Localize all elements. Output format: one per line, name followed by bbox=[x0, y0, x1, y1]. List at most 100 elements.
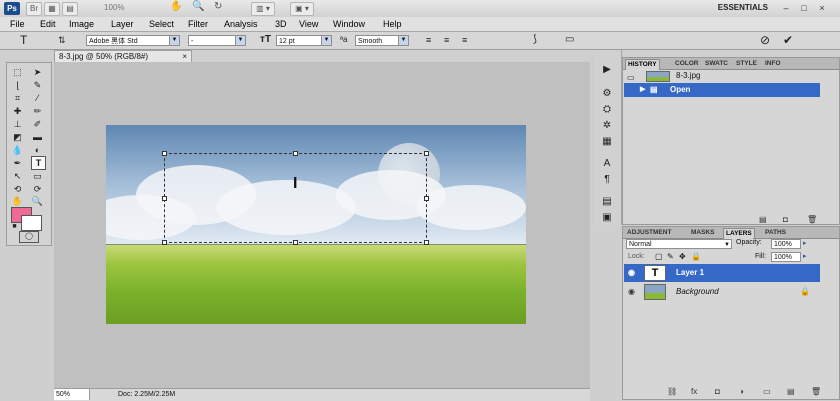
arrange-documents-button[interactable]: ▥ ▾ bbox=[251, 2, 275, 16]
move-tool-icon[interactable]: ➤ bbox=[31, 66, 44, 78]
mini-bridge-button[interactable]: ▦ bbox=[44, 2, 60, 16]
tab-info[interactable]: INFO bbox=[763, 59, 783, 69]
font-size-dropdown[interactable]: 12 pt ▼ bbox=[276, 35, 332, 46]
history-brush-source-icon[interactable]: ▶ bbox=[640, 83, 645, 97]
eraser-tool-icon[interactable]: ◩ bbox=[11, 131, 24, 143]
zoom-level-dropdown[interactable]: 100% bbox=[104, 3, 124, 12]
brush-presets-icon[interactable]: ✲ bbox=[600, 120, 614, 132]
dodge-tool-icon[interactable]: ◐ bbox=[31, 144, 44, 156]
extras-button[interactable]: ▤ bbox=[62, 2, 78, 16]
layer-comps-icon[interactable]: ▤ bbox=[600, 196, 614, 208]
history-state-row[interactable]: ▶ ▤ Open bbox=[624, 83, 820, 97]
quick-mask-icon[interactable]: ◯ bbox=[19, 231, 39, 243]
align-left-icon[interactable]: ≡ bbox=[426, 35, 431, 45]
visibility-eye-icon[interactable]: ◉ bbox=[628, 264, 635, 282]
transform-handle[interactable] bbox=[293, 151, 298, 156]
menu-window[interactable]: Window bbox=[333, 18, 365, 30]
menu-analysis[interactable]: Analysis bbox=[224, 18, 258, 30]
eyedropper-tool-icon[interactable]: ⁄ bbox=[31, 92, 44, 104]
antialias-dropdown[interactable]: Smooth ▼ bbox=[355, 35, 409, 46]
font-family-dropdown[interactable]: Adobe 黑体 Std ▼ bbox=[86, 35, 180, 46]
document-info[interactable]: Doc: 2.25M/2.25M bbox=[118, 389, 175, 400]
zoom-field[interactable]: 50% bbox=[54, 389, 90, 400]
clone-source-icon[interactable]: ⛭ bbox=[600, 104, 614, 116]
cancel-edits-icon[interactable]: ⊘ bbox=[760, 33, 770, 47]
transform-handle[interactable] bbox=[424, 196, 429, 201]
transform-handle[interactable] bbox=[162, 196, 167, 201]
blend-mode-dropdown[interactable]: Normal ▼ bbox=[626, 239, 732, 249]
lock-position-icon[interactable]: ✥ bbox=[679, 252, 686, 261]
warp-text-icon[interactable]: ⟆ bbox=[533, 34, 537, 45]
character-icon[interactable]: A bbox=[600, 158, 614, 170]
align-center-icon[interactable]: ≡ bbox=[444, 35, 449, 45]
transform-handle[interactable] bbox=[162, 240, 167, 245]
history-brush-tool-icon[interactable]: ✐ bbox=[31, 118, 44, 130]
3d-orbit-tool-icon[interactable]: ⟳ bbox=[31, 183, 44, 195]
zoom-icon[interactable]: 🔍 bbox=[192, 1, 204, 12]
paragraph-icon[interactable]: ¶ bbox=[600, 174, 614, 186]
layer-style-icon[interactable]: fx bbox=[691, 387, 697, 396]
link-layers-icon[interactable]: ⛓ bbox=[667, 387, 677, 396]
history-snapshot-row[interactable]: ▭ 8-3.jpg bbox=[624, 69, 820, 83]
fill-field[interactable]: 100% bbox=[771, 252, 801, 262]
new-snapshot-icon[interactable]: ◘ bbox=[783, 215, 788, 224]
lock-transparent-icon[interactable]: ▢ bbox=[655, 252, 663, 261]
commit-edits-icon[interactable]: ✔ bbox=[783, 33, 793, 47]
menu-image[interactable]: Image bbox=[69, 18, 94, 30]
fill-slider-arrow[interactable]: ▸ bbox=[803, 252, 807, 260]
tab-swatches[interactable]: SWATC bbox=[703, 59, 730, 69]
blur-tool-icon[interactable]: 💧 bbox=[11, 144, 24, 156]
clone-stamp-tool-icon[interactable]: ⊥ bbox=[11, 118, 24, 130]
lock-image-icon[interactable]: ✎ bbox=[667, 252, 674, 261]
pen-tool-icon[interactable]: ✒ bbox=[11, 157, 24, 169]
transform-handle[interactable] bbox=[424, 151, 429, 156]
delete-state-icon[interactable]: 🗑 bbox=[807, 215, 817, 224]
minimize-button[interactable]: – bbox=[780, 3, 792, 13]
menu-edit[interactable]: Edit bbox=[40, 18, 56, 30]
brush-tool-icon[interactable]: ✏ bbox=[31, 105, 44, 117]
zoom-tool-icon[interactable]: 🔍 bbox=[31, 195, 44, 207]
type-tool-icon[interactable]: T bbox=[31, 156, 46, 170]
opacity-field[interactable]: 100% bbox=[771, 239, 801, 249]
lock-all-icon[interactable]: 🔒 bbox=[691, 252, 701, 261]
menu-3d[interactable]: 3D bbox=[275, 18, 287, 30]
menu-select[interactable]: Select bbox=[149, 18, 174, 30]
layer-row-layer-1[interactable]: ◉ T Layer 1 bbox=[624, 264, 820, 282]
background-color-swatch[interactable] bbox=[21, 215, 42, 231]
visibility-eye-icon[interactable]: ◉ bbox=[628, 283, 635, 301]
character-panel-icon[interactable]: ▭ bbox=[565, 34, 574, 45]
hand-tool-icon[interactable]: ✋ bbox=[11, 195, 24, 207]
document-tab[interactable]: 8-3.jpg @ 50% (RGB/8#) × bbox=[54, 50, 192, 62]
path-selection-tool-icon[interactable]: ↖ bbox=[11, 170, 24, 182]
marquee-tool-icon[interactable]: ⬚ bbox=[11, 66, 24, 78]
menu-filter[interactable]: Filter bbox=[188, 18, 208, 30]
tab-adjustments[interactable]: ADJUSTMENT bbox=[625, 228, 673, 238]
tab-masks[interactable]: MASKS bbox=[689, 228, 716, 238]
crop-tool-icon[interactable]: ⌗ bbox=[11, 92, 24, 104]
transform-handle[interactable] bbox=[293, 240, 298, 245]
text-orientation-icon[interactable]: ⇅ bbox=[58, 35, 66, 46]
menu-view[interactable]: View bbox=[299, 18, 318, 30]
delete-layer-icon[interactable]: 🗑 bbox=[811, 387, 821, 396]
workspace-switcher[interactable]: ESSENTIALS bbox=[668, 2, 768, 14]
layer-row-background[interactable]: ◉ Background 🔒 bbox=[624, 283, 820, 301]
menu-help[interactable]: Help bbox=[383, 18, 402, 30]
adjustments-icon[interactable]: ⚙ bbox=[600, 88, 614, 100]
3d-rotate-tool-icon[interactable]: ⟲ bbox=[11, 183, 24, 195]
transform-handle[interactable] bbox=[162, 151, 167, 156]
bridge-button[interactable]: Br bbox=[26, 2, 42, 16]
align-right-icon[interactable]: ≡ bbox=[462, 35, 467, 45]
tab-layers[interactable]: LAYERS bbox=[723, 228, 755, 239]
menu-layer[interactable]: Layer bbox=[111, 18, 134, 30]
layer-name[interactable]: Background bbox=[676, 283, 719, 301]
tab-color[interactable]: COLOR bbox=[673, 59, 700, 69]
shape-tool-icon[interactable]: ▭ bbox=[31, 170, 44, 182]
menu-file[interactable]: File bbox=[10, 18, 25, 30]
hand-icon[interactable]: ✋ bbox=[170, 1, 182, 12]
quick-select-tool-icon[interactable]: ✎ bbox=[31, 79, 44, 91]
tab-styles[interactable]: STYLE bbox=[734, 59, 759, 69]
layer-name[interactable]: Layer 1 bbox=[676, 264, 704, 282]
add-mask-icon[interactable]: ◘ bbox=[715, 387, 720, 396]
maximize-button[interactable]: □ bbox=[798, 3, 810, 13]
close-button[interactable]: × bbox=[816, 3, 828, 13]
